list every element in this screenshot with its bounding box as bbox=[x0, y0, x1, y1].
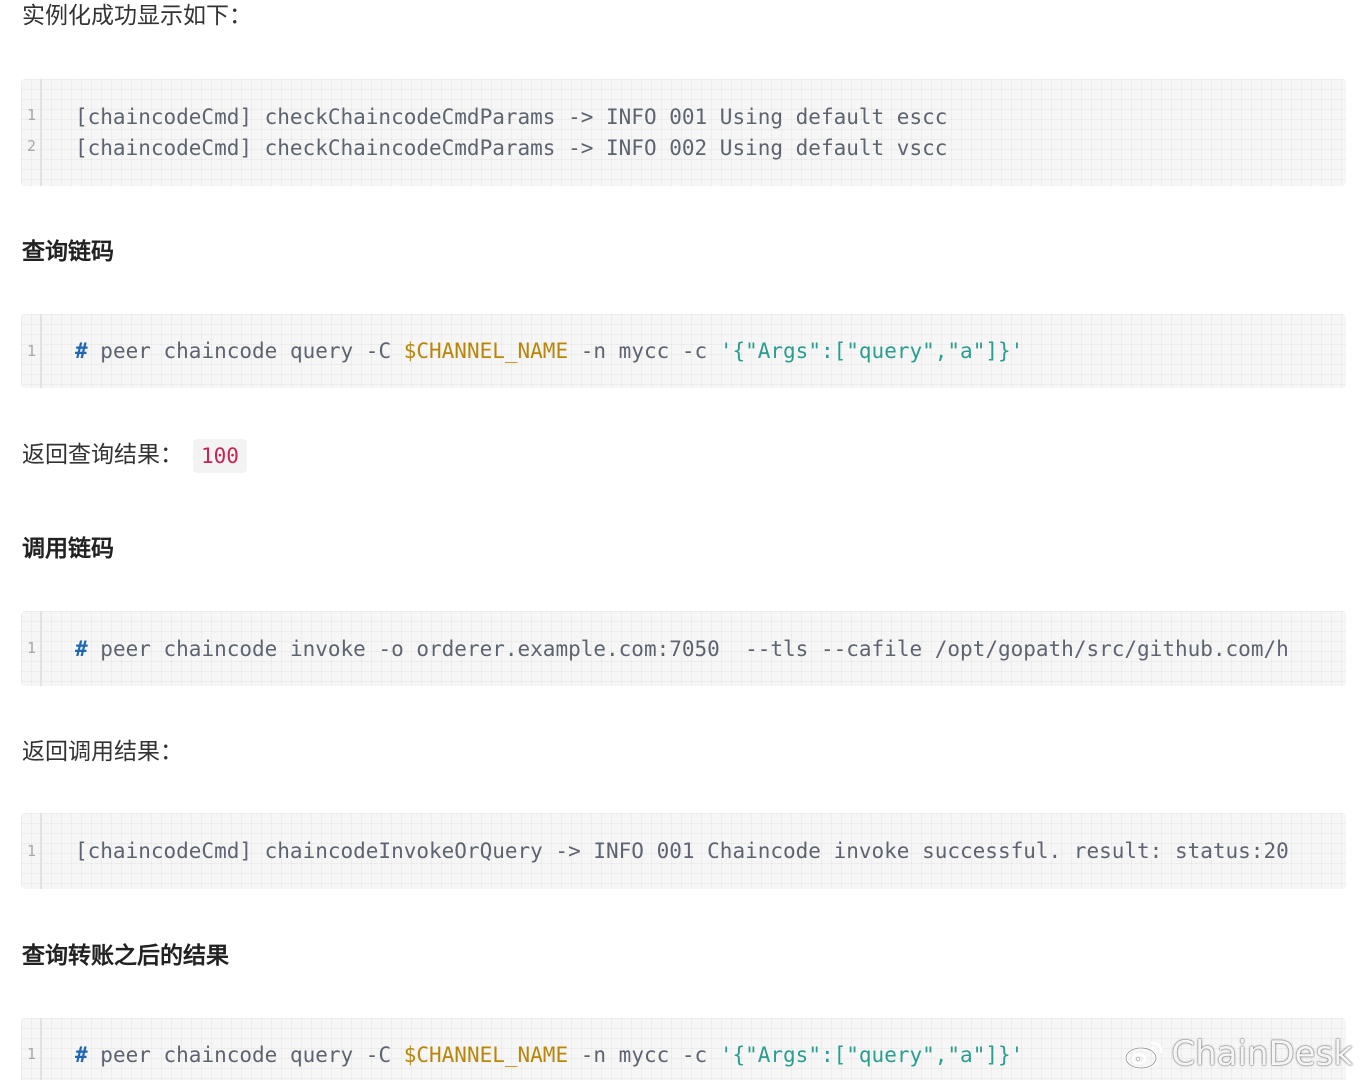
weibo-icon bbox=[1123, 1038, 1165, 1070]
heading-query-chaincode: 查询链码 bbox=[22, 239, 114, 265]
invoke-result-label: 返回调用结果： bbox=[22, 739, 183, 765]
string-token: '{"Args":["query","a"]}' bbox=[719, 1043, 1024, 1067]
command-text: peer chaincode query -C bbox=[87, 1043, 404, 1067]
heading-invoke-chaincode: 调用链码 bbox=[22, 536, 114, 562]
code-line: # peer chaincode query -C $CHANNEL_NAME … bbox=[75, 1040, 1023, 1070]
code-line: [chaincodeCmd] checkChaincodeCmdParams -… bbox=[75, 105, 948, 129]
query-result-value: 100 bbox=[193, 438, 247, 473]
string-token: '{"Args":["query","a"]}' bbox=[719, 339, 1024, 363]
code-block-invoke-command: 1 # peer chaincode invoke -o orderer.exa… bbox=[21, 611, 1346, 686]
line-number: 1 bbox=[27, 842, 37, 860]
variable-token: $CHANNEL_NAME bbox=[403, 339, 569, 363]
line-number: 1 bbox=[27, 1045, 37, 1063]
line-number: 1 bbox=[27, 106, 37, 124]
code-line: # peer chaincode query -C $CHANNEL_NAME … bbox=[75, 336, 1023, 366]
code-line: [chaincodeCmd] checkChaincodeCmdParams -… bbox=[75, 136, 948, 160]
intro-text: 实例化成功显示如下： bbox=[22, 3, 252, 29]
watermark-text: ChainDesk bbox=[1171, 1034, 1353, 1074]
query-result-label: 返回查询结果： bbox=[22, 442, 183, 468]
command-text: peer chaincode query -C bbox=[87, 339, 404, 363]
comment-hash: # bbox=[75, 637, 88, 661]
code-line: # peer chaincode invoke -o orderer.examp… bbox=[75, 634, 1289, 664]
heading-query-after-transfer: 查询转账之后的结果 bbox=[22, 943, 229, 969]
code-block-invoke-output: 1 [chaincodeCmd] chaincodeInvokeOrQuery … bbox=[21, 813, 1346, 889]
variable-token: $CHANNEL_NAME bbox=[403, 1043, 569, 1067]
line-number: 1 bbox=[27, 639, 37, 657]
code-line: [chaincodeCmd] chaincodeInvokeOrQuery ->… bbox=[75, 839, 1289, 863]
line-gutter bbox=[21, 79, 42, 186]
watermark: ChainDesk bbox=[1123, 1034, 1353, 1074]
line-number: 2 bbox=[27, 137, 37, 155]
command-text: -n mycc -c bbox=[568, 1043, 720, 1067]
line-number: 1 bbox=[27, 342, 37, 360]
command-text: peer chaincode invoke -o orderer.example… bbox=[87, 637, 1289, 661]
code-block-query-command: 1 # peer chaincode query -C $CHANNEL_NAM… bbox=[21, 314, 1346, 388]
command-text: -n mycc -c bbox=[568, 339, 720, 363]
code-block-instantiate-output: 1 2 [chaincodeCmd] checkChaincodeCmdPara… bbox=[21, 79, 1346, 186]
query-result-line: 返回查询结果： 100 bbox=[22, 438, 247, 473]
comment-hash: # bbox=[75, 339, 88, 363]
comment-hash: # bbox=[75, 1043, 88, 1067]
